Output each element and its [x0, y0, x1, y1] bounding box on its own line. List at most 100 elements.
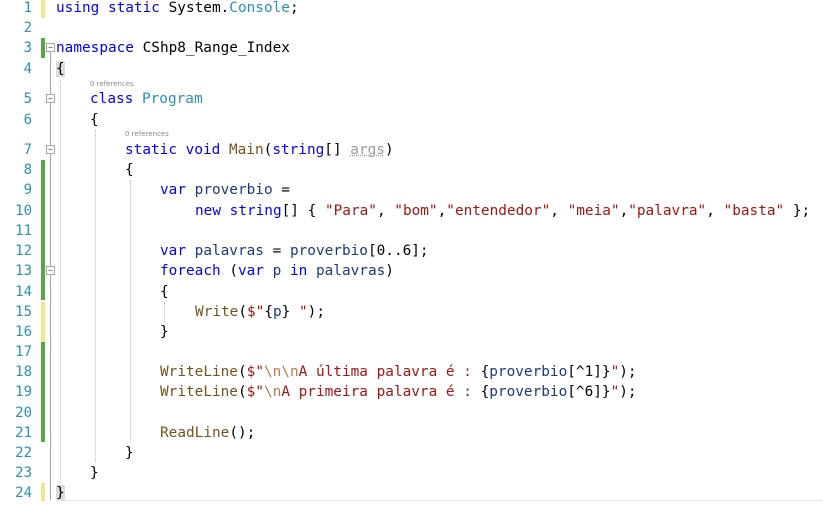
string-literal: "bom" — [394, 203, 438, 219]
string-literal: "entendedor" — [446, 203, 551, 219]
code-line-16[interactable]: } — [160, 322, 169, 342]
escape-sequence: \n — [263, 384, 282, 400]
line-number: 13 — [15, 263, 32, 279]
string-literal: " — [290, 304, 308, 320]
punctuation: ( — [237, 364, 247, 380]
index-expression: [^1]} — [567, 364, 611, 380]
string-literal: A última palavra é : — [298, 364, 481, 380]
punctuation: , — [437, 203, 447, 219]
brace: { — [160, 284, 169, 300]
unused-parameter: args — [350, 142, 385, 158]
method-name: Main — [228, 142, 264, 158]
line-number: 2 — [23, 20, 32, 36]
namespace-name: System — [168, 0, 221, 16]
keyword: foreach — [160, 263, 221, 279]
unsaved-change-bar — [41, 302, 45, 342]
punctuation: [] { — [281, 203, 325, 219]
interpolation-brace: { — [480, 384, 490, 400]
punctuation: , — [619, 203, 629, 219]
current-line-border — [56, 500, 823, 501]
type-name: Program — [141, 91, 203, 107]
brace: { — [90, 112, 99, 128]
code-line-10[interactable]: new string[] { "Para", "bom","entendedor… — [195, 201, 810, 221]
punctuation: ; — [289, 0, 299, 16]
line-number: 6 — [23, 112, 32, 128]
method-name: Write — [195, 304, 239, 320]
code-line-4[interactable]: { — [56, 59, 65, 79]
code-line-14[interactable]: { — [160, 282, 169, 302]
variable-name: p — [273, 304, 282, 320]
code-line-6[interactable]: { — [90, 110, 99, 130]
line-number: 16 — [15, 324, 32, 340]
collapse-icon[interactable]: − — [46, 145, 55, 154]
method-name: WriteLine — [160, 364, 238, 380]
code-line-19[interactable]: WriteLine($"\nA primeira palavra é : {pr… — [160, 382, 637, 402]
collapse-icon[interactable]: − — [46, 266, 55, 275]
code-line-1[interactable]: using static System.Console; — [56, 0, 299, 18]
code-line-12[interactable]: var palavras = proverbio[0..6]; — [160, 241, 429, 261]
brace: } — [160, 324, 169, 340]
code-line-21[interactable]: ReadLine(); — [160, 423, 255, 443]
indent-guide — [95, 130, 96, 462]
punctuation: }; — [784, 203, 811, 219]
keyword: var — [237, 263, 273, 279]
keyword: void — [185, 142, 229, 158]
operator: = — [263, 243, 290, 259]
unsaved-change-bar — [41, 483, 45, 501]
line-number: 12 — [15, 243, 32, 259]
variable-name: proverbio — [194, 182, 273, 198]
code-line-15[interactable]: Write($"{p} "); — [195, 302, 325, 322]
line-number: 9 — [23, 182, 32, 198]
keyword: var — [160, 243, 195, 259]
variable-name: proverbio — [289, 243, 368, 259]
code-line-13[interactable]: foreach (var p in palavras) — [160, 261, 394, 281]
line-number: 5 — [23, 91, 32, 107]
brace: } — [90, 465, 99, 481]
interpolation-brace: { — [264, 304, 273, 320]
string-literal: "Para" — [324, 203, 377, 219]
string-literal: $" — [247, 304, 265, 320]
string-literal: A primeira palavra é : — [281, 384, 481, 400]
code-line-7[interactable]: static void Main(string[] args) — [125, 140, 394, 160]
code-line-23[interactable]: } — [90, 463, 99, 483]
collapse-icon[interactable]: − — [46, 94, 55, 103]
line-number: 24 — [15, 485, 32, 501]
indent-guide — [164, 302, 165, 322]
string-literal: " — [610, 364, 620, 380]
line-number: 15 — [15, 304, 32, 320]
brace: { — [125, 162, 134, 178]
interpolation-brace: { — [480, 364, 490, 380]
outline-line — [50, 50, 51, 500]
variable-name: palavras — [194, 243, 264, 259]
keyword: namespace — [56, 40, 143, 56]
brace: { — [56, 61, 65, 77]
references-codelens[interactable]: 0 references — [90, 80, 134, 89]
references-codelens[interactable]: 0 references — [125, 130, 169, 139]
line-number: 23 — [15, 465, 32, 481]
punctuation: (); — [229, 425, 256, 441]
line-number: 20 — [15, 405, 32, 421]
keyword: new — [195, 203, 230, 219]
range-expression: [0..6]; — [367, 243, 429, 259]
punctuation: ); — [619, 384, 637, 400]
code-line-8[interactable]: { — [125, 160, 134, 180]
operator: = — [272, 182, 290, 198]
method-name: ReadLine — [160, 425, 230, 441]
indent-guide — [130, 180, 131, 442]
code-line-9[interactable]: var proverbio = — [160, 180, 290, 200]
string-literal: $" — [246, 384, 264, 400]
keyword: var — [160, 182, 195, 198]
code-line-18[interactable]: WriteLine($"\n\nA última palavra é : {pr… — [160, 362, 637, 382]
keyword: class — [90, 91, 142, 107]
line-number: 22 — [15, 445, 32, 461]
collapse-icon[interactable]: − — [46, 43, 55, 52]
line-number: 19 — [15, 384, 32, 400]
code-line-22[interactable]: } — [125, 443, 134, 463]
code-line-3[interactable]: namespace CShp8_Range_Index — [56, 38, 290, 58]
line-number: 10 — [15, 203, 32, 219]
code-editor[interactable]: 1 2 3 4 5 6 7 8 9 10 11 12 13 14 15 16 1… — [0, 0, 823, 508]
punctuation: . — [220, 0, 230, 16]
code-line-5[interactable]: class Program — [90, 89, 203, 109]
keyword: in — [281, 263, 316, 279]
punctuation: [] — [324, 142, 351, 158]
